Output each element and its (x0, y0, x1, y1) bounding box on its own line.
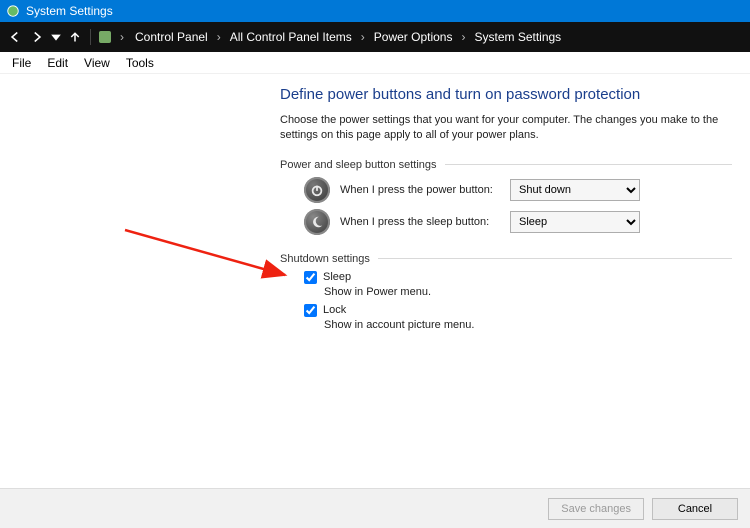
cancel-button[interactable]: Cancel (652, 498, 738, 520)
divider (445, 164, 732, 165)
lock-checkbox[interactable] (304, 304, 317, 317)
nav-bar: › Control Panel › All Control Panel Item… (0, 22, 750, 52)
breadcrumb-seg[interactable]: All Control Panel Items (226, 28, 356, 46)
breadcrumb: Control Panel › All Control Panel Items … (131, 28, 565, 46)
power-icon (304, 177, 330, 203)
app-icon (6, 4, 20, 18)
sleep-checkbox[interactable] (304, 271, 317, 284)
checkbox-subtext: Show in account picture menu. (324, 319, 732, 331)
nav-separator (90, 29, 91, 45)
checkbox-label: Lock (323, 304, 346, 316)
checkbox-subtext: Show in Power menu. (324, 286, 732, 298)
recent-dropdown[interactable] (50, 28, 62, 46)
window-title: System Settings (26, 4, 113, 18)
forward-button[interactable] (28, 28, 46, 46)
section-title: Power and sleep button settings (280, 159, 437, 171)
breadcrumb-seg[interactable]: Power Options (370, 28, 457, 46)
menu-edit[interactable]: Edit (39, 54, 76, 72)
menu-bar: File Edit View Tools (0, 52, 750, 74)
power-button-label: When I press the power button: (340, 184, 500, 196)
chevron-right-icon: › (358, 30, 368, 44)
back-button[interactable] (6, 28, 24, 46)
power-button-row: When I press the power button: Shut down (304, 177, 732, 203)
location-icon (97, 29, 113, 45)
page-description: Choose the power settings that you want … (280, 113, 732, 143)
breadcrumb-seg[interactable]: Control Panel (131, 28, 212, 46)
save-changes-button[interactable]: Save changes (548, 498, 644, 520)
divider (378, 258, 732, 259)
page-heading: Define power buttons and turn on passwor… (280, 86, 732, 103)
chevron-right-icon: › (117, 30, 127, 44)
sleep-button-row: When I press the sleep button: Sleep (304, 209, 732, 235)
annotation-arrow (120, 225, 295, 285)
power-button-select[interactable]: Shut down (510, 179, 640, 201)
section-title: Shutdown settings (280, 253, 370, 265)
menu-view[interactable]: View (76, 54, 118, 72)
menu-file[interactable]: File (4, 54, 39, 72)
checkbox-label: Sleep (323, 271, 351, 283)
shutdown-item-sleep: Sleep (304, 271, 732, 284)
window-titlebar: System Settings (0, 0, 750, 22)
chevron-right-icon: › (214, 30, 224, 44)
sleep-button-select[interactable]: Sleep (510, 211, 640, 233)
up-button[interactable] (66, 28, 84, 46)
breadcrumb-seg[interactable]: System Settings (470, 28, 565, 46)
section-shutdown: Shutdown settings (280, 253, 732, 265)
content-area: Define power buttons and turn on passwor… (280, 86, 732, 337)
sleep-button-label: When I press the sleep button: (340, 216, 500, 228)
sleep-icon (304, 209, 330, 235)
section-power-sleep: Power and sleep button settings (280, 159, 732, 171)
chevron-right-icon: › (458, 30, 468, 44)
menu-tools[interactable]: Tools (118, 54, 162, 72)
shutdown-item-lock: Lock (304, 304, 732, 317)
footer-bar: Save changes Cancel (0, 488, 750, 528)
